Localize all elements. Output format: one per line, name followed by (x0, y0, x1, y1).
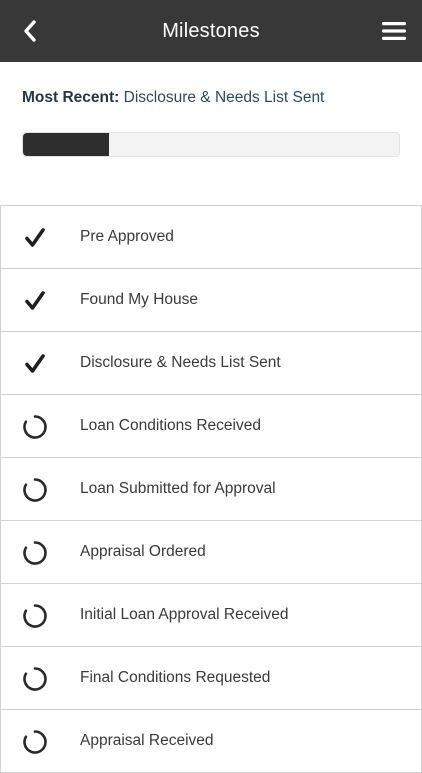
milestone-row[interactable]: Loan Conditions Received (0, 395, 422, 458)
milestone-row[interactable]: Loan Submitted for Approval (0, 458, 422, 521)
menu-button[interactable] (378, 15, 410, 47)
progress-fill (23, 133, 110, 156)
pending-spinner-icon (23, 667, 47, 691)
milestone-row[interactable]: Found My House (0, 269, 422, 332)
milestone-label: Disclosure & Needs List Sent (80, 354, 281, 371)
milestone-row[interactable]: Initial Loan Approval Received (0, 584, 422, 647)
page-title: Milestones (162, 19, 260, 42)
milestone-label: Pre Approved (80, 228, 174, 245)
milestone-list: Pre Approved Found My House Disclosure & N… (0, 205, 422, 773)
pending-spinner-icon (23, 415, 47, 439)
status-pending-icon (22, 603, 48, 629)
chevron-left-icon (24, 20, 36, 42)
pending-spinner-icon (23, 604, 47, 628)
milestone-row[interactable]: Final Conditions Requested (0, 647, 422, 710)
status-pending-icon (22, 666, 48, 692)
most-recent-label: Most Recent: (22, 89, 120, 106)
status-pending-icon (22, 414, 48, 440)
pending-spinner-icon (23, 478, 47, 502)
milestone-label: Initial Loan Approval Received (80, 606, 289, 623)
back-button[interactable] (14, 15, 46, 47)
pending-spinner-icon (23, 730, 47, 754)
milestone-label: Found My House (80, 291, 199, 308)
status-complete-icon (22, 288, 48, 314)
status-complete-icon (22, 351, 48, 377)
milestone-row[interactable]: Pre Approved (0, 206, 422, 269)
pending-spinner-icon (23, 541, 47, 565)
checkmark-icon (25, 228, 45, 247)
milestone-row[interactable]: Appraisal Ordered (0, 521, 422, 584)
milestone-progress-bar (22, 132, 400, 157)
milestone-label: Final Conditions Requested (80, 669, 271, 686)
checkmark-icon (25, 291, 45, 310)
checkmark-icon (25, 354, 45, 373)
status-pending-icon (22, 540, 48, 566)
milestone-label: Appraisal Received (80, 732, 214, 749)
milestone-label: Appraisal Ordered (80, 543, 206, 560)
status-pending-icon (22, 729, 48, 755)
milestone-label: Loan Submitted for Approval (80, 480, 276, 497)
hamburger-menu-icon (382, 22, 406, 40)
most-recent-value: Disclosure & Needs List Sent (123, 89, 325, 106)
milestone-row[interactable]: Appraisal Received (0, 710, 422, 773)
milestone-label: Loan Conditions Received (80, 417, 261, 434)
milestone-row[interactable]: Disclosure & Needs List Sent (0, 332, 422, 395)
status-complete-icon (22, 225, 48, 251)
status-pending-icon (22, 477, 48, 503)
most-recent-milestone: Most Recent: Disclosure & Needs List Sen… (22, 89, 324, 107)
nav-bar: Milestones (0, 0, 422, 62)
